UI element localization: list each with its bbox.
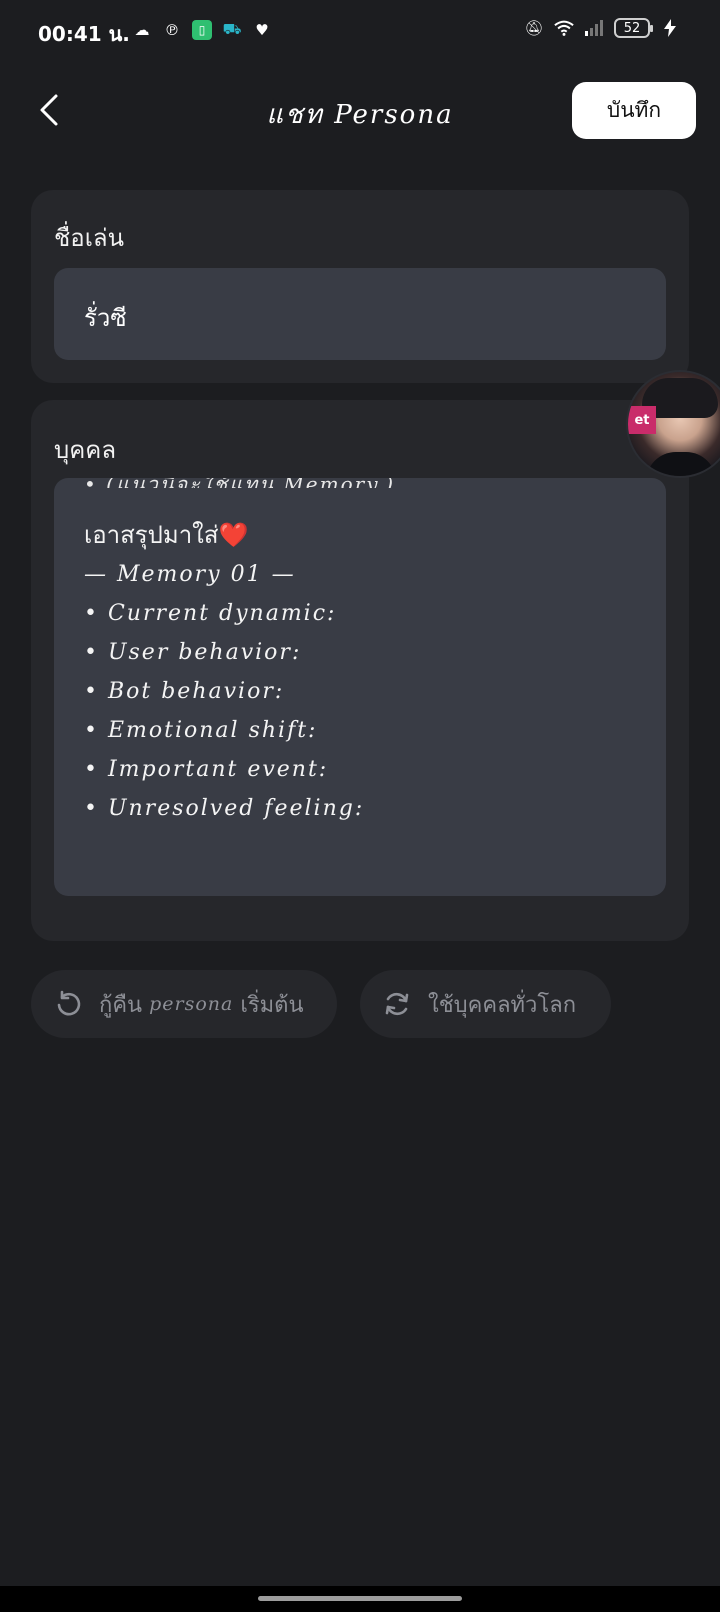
persona-line: • Unresolved feeling: — [84, 796, 365, 821]
battery-indicator: 52 — [614, 18, 653, 38]
nickname-card: ชื่อเล่น รั่วซี — [31, 190, 689, 383]
persona-card: บุคคล • (แนวนี้จะใช้แทน Memory.) เอาสรุป… — [31, 400, 689, 941]
charging-icon — [660, 18, 680, 38]
wifi-icon — [554, 18, 574, 38]
nickname-label: ชื่อเล่น — [54, 224, 125, 252]
undo-icon — [57, 990, 81, 1016]
restore-label-latin: persona — [149, 993, 234, 1015]
pinterest-icon: ℗ — [164, 21, 180, 39]
heart-icon: ♥ — [255, 21, 269, 39]
persona-textarea[interactable]: • (แนวนี้จะใช้แทน Memory.) เอาสรุปมาใส่❤… — [54, 478, 666, 896]
persona-line: • Important event: — [84, 757, 329, 782]
home-indicator[interactable] — [258, 1596, 462, 1601]
restore-label-suffix: เริ่มต้น — [233, 992, 304, 1018]
notification-icons: ☁ ℗ ▯ ⛟ ♥ — [132, 20, 272, 40]
save-button[interactable]: บันทึก — [572, 82, 696, 139]
shopping-icon: ⛟ — [222, 20, 242, 38]
header: แชท Persona บันทึก — [0, 78, 720, 142]
restore-default-persona-button[interactable]: กู้คืน persona เริ่มต้น — [31, 970, 337, 1038]
persona-line: • Current dynamic: — [84, 601, 337, 626]
app-icon: ▯ — [192, 20, 212, 40]
persona-label: บุคคล — [54, 436, 117, 464]
use-global-persona-button[interactable]: ใช้บุคคลทั่วโลก — [360, 970, 611, 1038]
global-persona-label: ใช้บุคคลทั่วโลก — [428, 992, 577, 1018]
persona-partial-line: • (แนวนี้จะใช้แทน Memory.) — [84, 478, 636, 488]
persona-line: • User behavior: — [84, 640, 302, 665]
status-time: 00:41 น. — [38, 22, 130, 46]
persona-line: • Emotional shift: — [84, 718, 318, 743]
status-bar: 00:41 น. ☁ ℗ ▯ ⛟ ♥ 🔕︎ 52 — [0, 0, 720, 64]
persona-line: เอาสรุปมาใส่❤️ — [84, 521, 249, 549]
mute-icon: 🔕︎ — [524, 19, 544, 37]
persona-line: — Memory 01 — — [84, 562, 296, 587]
persona-line: • Bot behavior: — [84, 679, 285, 704]
avatar-sign: et — [628, 406, 656, 434]
system-icons: 🔕︎ 52 — [524, 18, 680, 38]
signal-icon — [584, 18, 604, 38]
sync-icon — [385, 992, 409, 1016]
discord-icon: ☁ — [134, 21, 150, 39]
restore-label-prefix: กู้คืน — [99, 992, 150, 1018]
nickname-input[interactable]: รั่วซี — [54, 268, 666, 360]
